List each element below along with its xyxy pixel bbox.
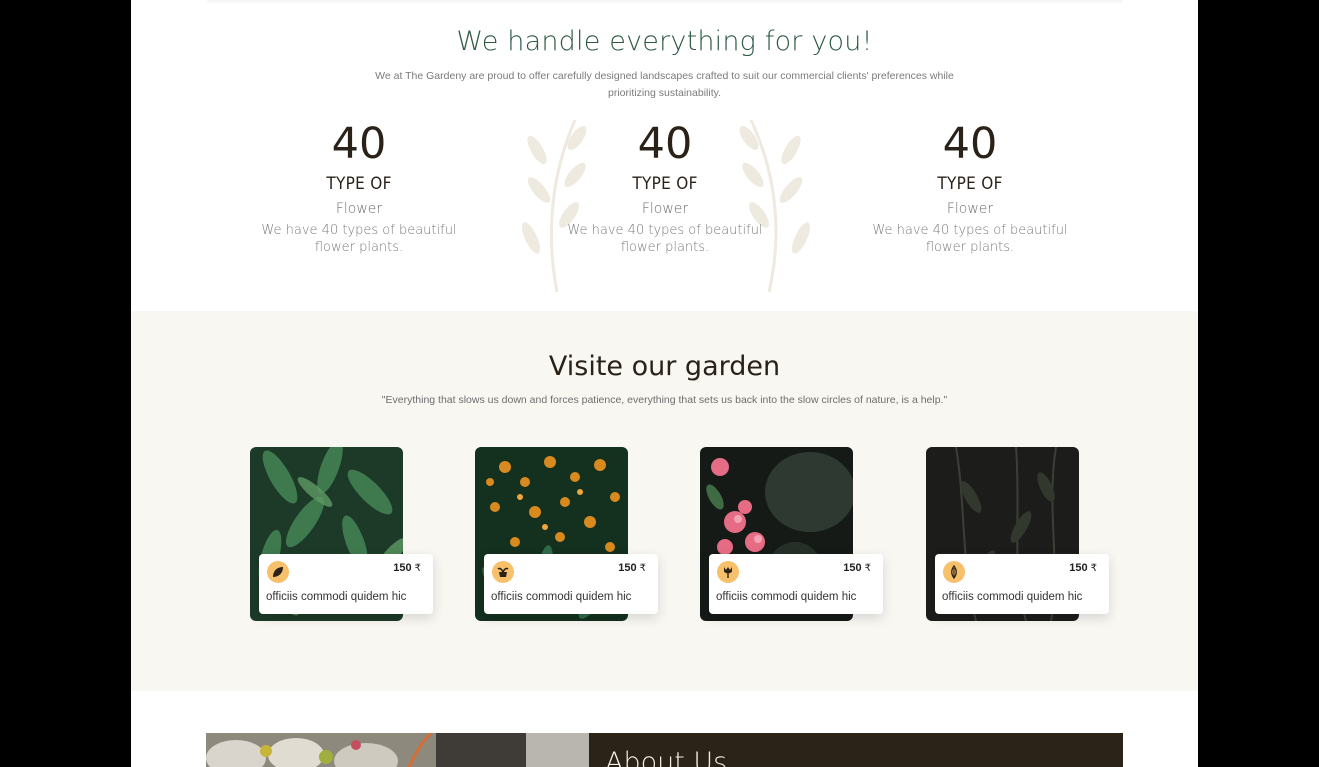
stat-block: 40 TYPE OF Flower We have 40 types of be… [550,118,780,256]
stat-description: We have 40 types of beautiful flower pla… [261,223,457,255]
leaf-icon [267,561,289,583]
stat-subtitle: Flower [641,201,689,217]
garden-card[interactable]: 150 ₹ officiis commodi quidem hic [250,447,433,621]
page: We handle everything for you! We at The … [131,0,1198,767]
divider [207,0,1122,4]
card-info: 150 ₹ officiis commodi quidem hic [935,554,1109,614]
product-name: officiis commodi quidem hic [491,591,632,603]
product-name: officiis commodi quidem hic [942,591,1083,603]
garden-card[interactable]: 150 ₹ officiis commodi quidem hic [700,447,883,621]
garden-card[interactable]: 150 ₹ officiis commodi quidem hic [926,447,1109,621]
card-info: 150 ₹ officiis commodi quidem hic [259,554,433,614]
pot-plant-icon [492,561,514,583]
garden-title: Visite our garden [548,351,781,382]
about-panel: About Us [589,733,1123,767]
stat-number: 40 [637,119,693,169]
product-name: officiis commodi quidem hic [716,591,857,603]
product-name: officiis commodi quidem hic [266,591,407,603]
stat-subtitle: Flower [335,201,383,217]
sprout-icon [943,561,965,583]
garden-section: Visite our garden "Everything that slows… [131,311,1198,691]
stat-type: TYPE OF [632,174,698,194]
about-image [206,733,589,767]
stat-block: 40 TYPE OF Flower We have 40 types of be… [855,118,1085,256]
price-label: 150 ₹ [1069,562,1097,574]
stat-subtitle: Flower [946,201,994,217]
price-label: 150 ₹ [393,562,421,574]
stat-block: 40 TYPE OF Flower We have 40 types of be… [244,118,474,256]
stat-type: TYPE OF [937,174,1003,194]
handle-title: We handle everything for you! [456,26,873,57]
stat-description: We have 40 types of beautiful flower pla… [872,223,1068,255]
price-label: 150 ₹ [843,562,871,574]
garden-quote: "Everything that slows us down and force… [381,394,948,406]
card-info: 150 ₹ officiis commodi quidem hic [484,554,658,614]
stat-description: We have 40 types of beautiful flower pla… [567,223,763,255]
price-label: 150 ₹ [618,562,646,574]
tulip-icon [717,561,739,583]
garden-card[interactable]: 150 ₹ officiis commodi quidem hic [475,447,658,621]
about-title: About Us [605,747,728,767]
stat-number: 40 [942,119,998,169]
stat-number: 40 [331,119,387,169]
stat-type: TYPE OF [326,174,392,194]
handle-subtitle: We at The Gardeny are proud to offer car… [375,70,954,99]
card-info: 150 ₹ officiis commodi quidem hic [709,554,883,614]
